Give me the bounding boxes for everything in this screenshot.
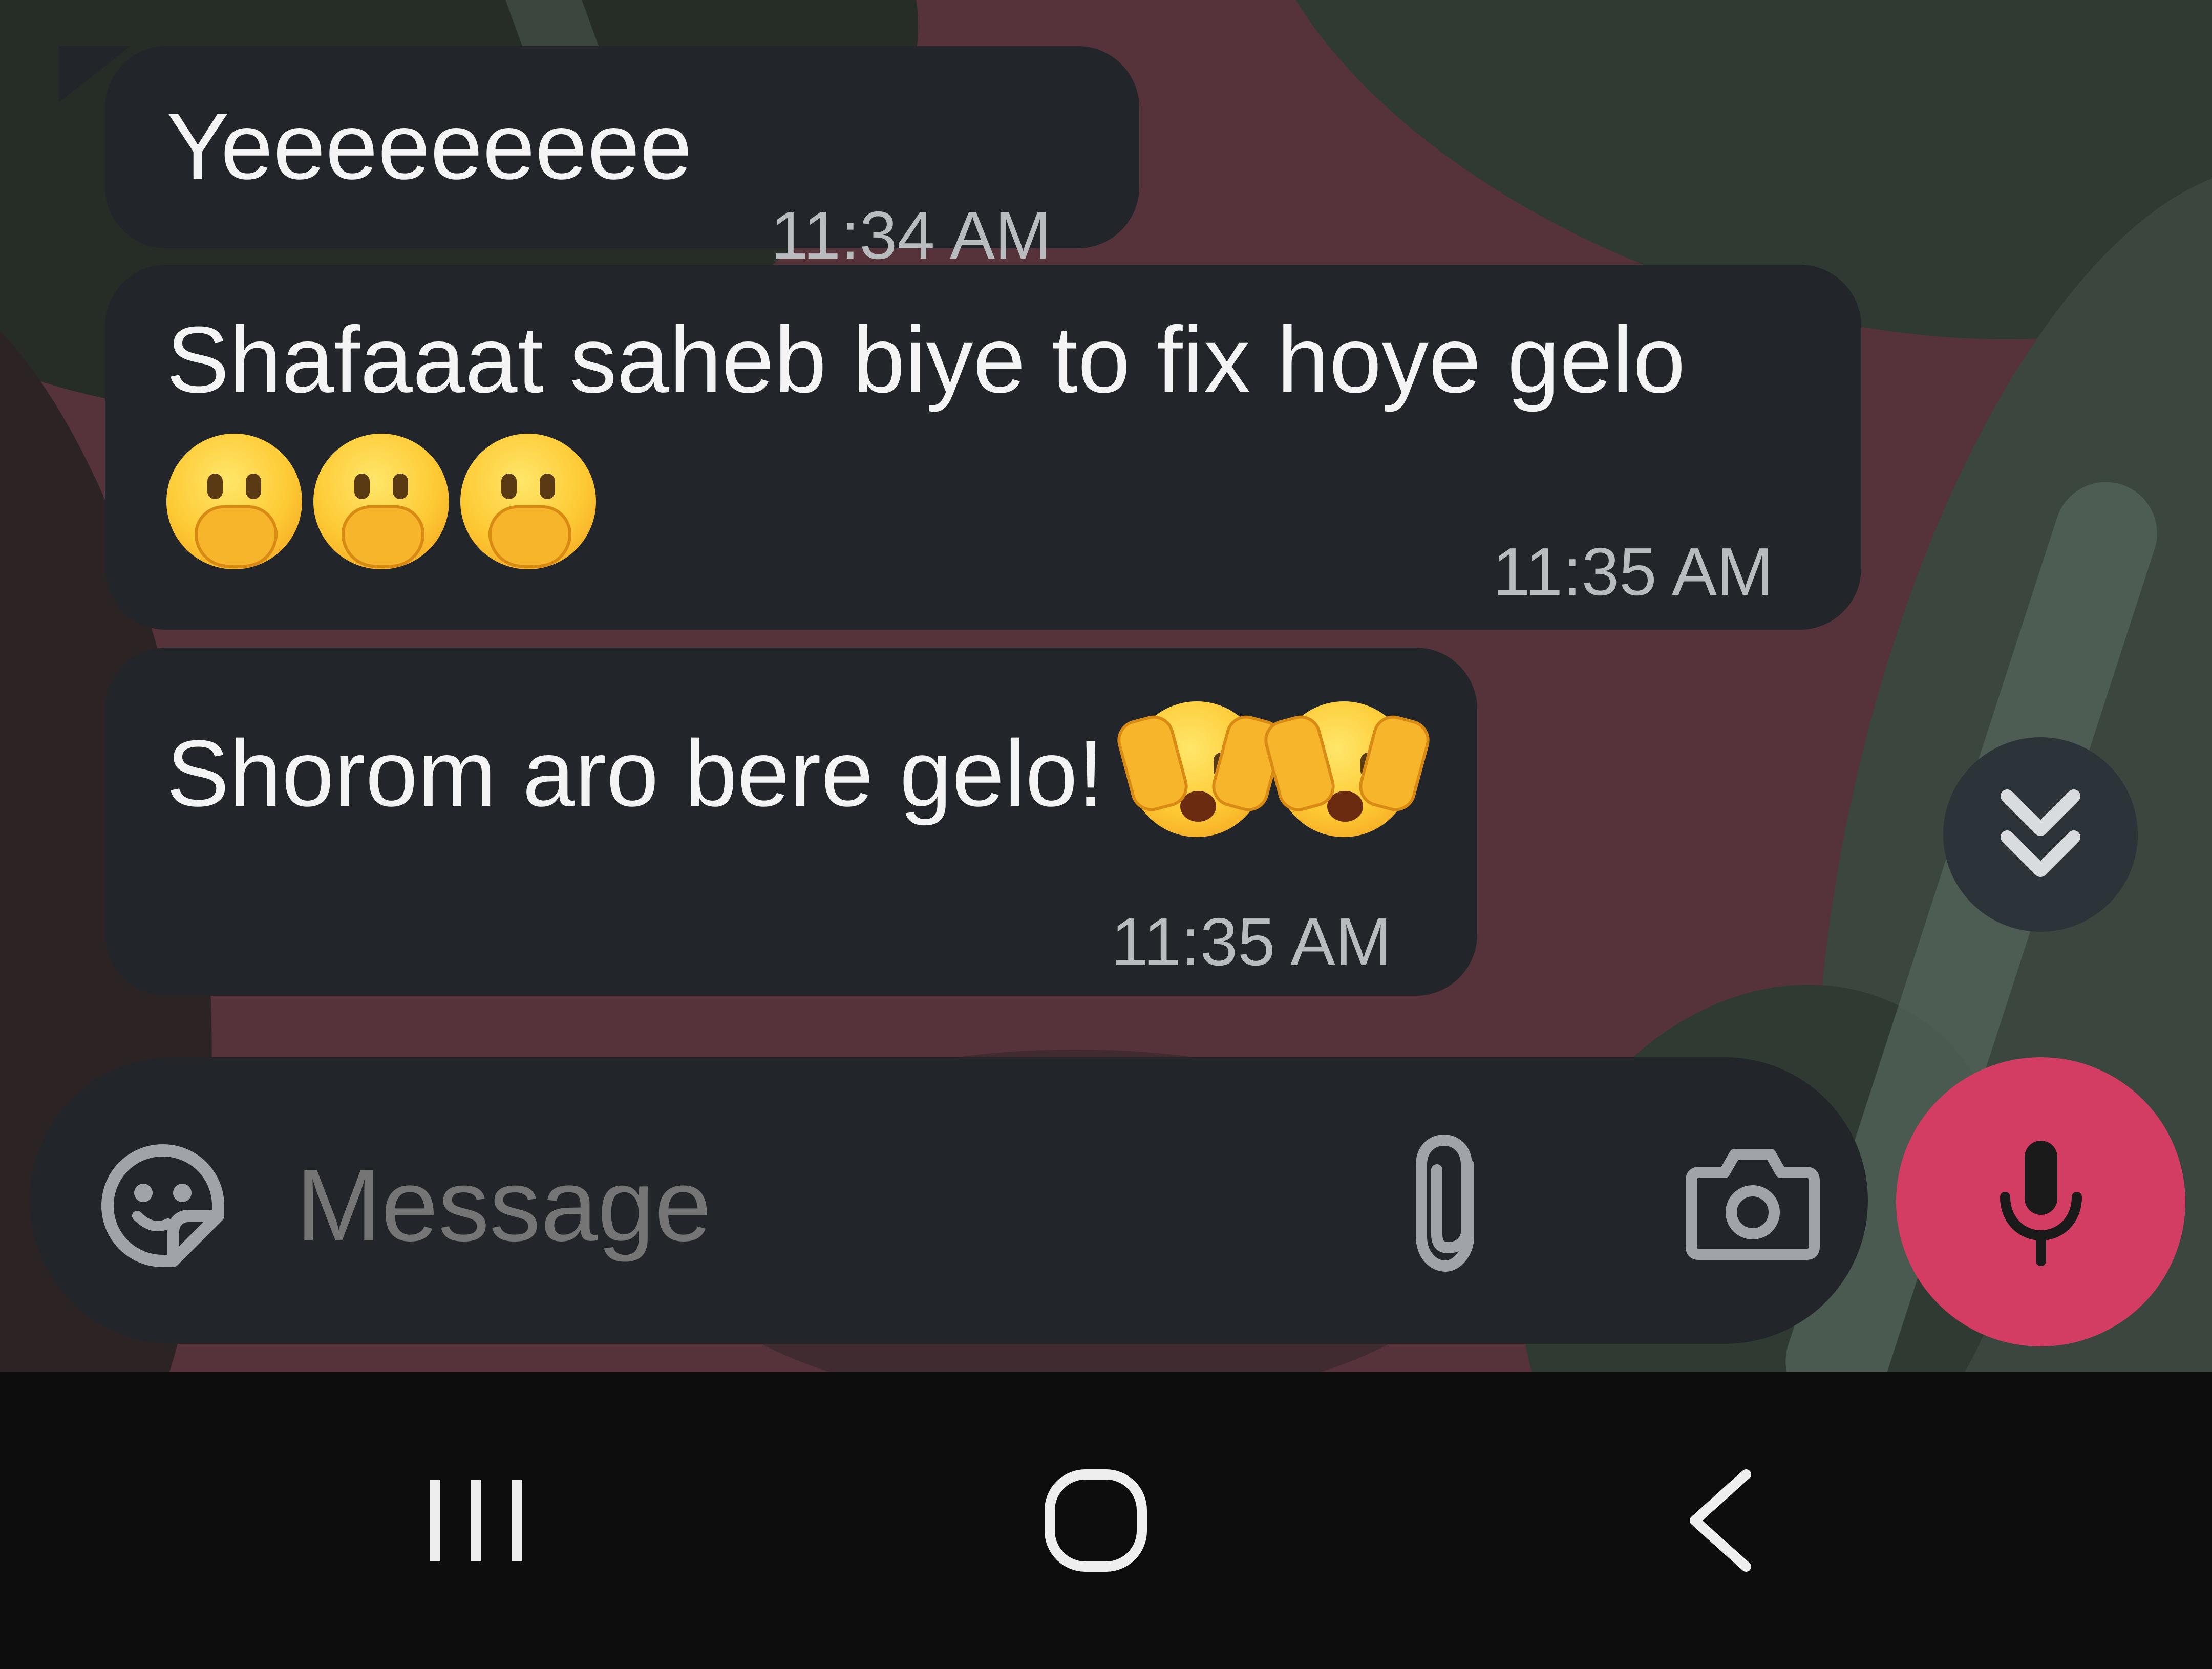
face-with-hands-over-face-emoji (1260, 701, 1434, 837)
home-icon[interactable] (1029, 1459, 1162, 1582)
message-timestamp: 11:35 AM (1111, 904, 1392, 979)
face-with-hand-over-mouth-emoji (313, 434, 449, 569)
emoji-group (1113, 701, 1434, 837)
message-bubble[interactable]: Shorom aro bere gelo! 11:35 AM (105, 648, 1477, 996)
message-input[interactable] (296, 1144, 1320, 1267)
mic-icon (2000, 1140, 2082, 1266)
message-text: Shorom aro bere gelo! (166, 720, 1104, 826)
recents-icon[interactable] (410, 1459, 543, 1582)
message-bubble[interactable]: Yeeeeeeeee 11:34 AM (59, 46, 1139, 273)
message-timestamp: 11:34 AM (771, 198, 1051, 273)
camera-icon[interactable] (1684, 1137, 1822, 1270)
bubble-tail (59, 46, 131, 102)
face-with-hand-over-mouth-emoji (460, 434, 596, 569)
voice-record-button[interactable] (1896, 1057, 2185, 1346)
system-navigation-bar (0, 1372, 2212, 1669)
emoji-group (166, 434, 607, 569)
scroll-to-bottom-button[interactable] (1943, 737, 2138, 932)
back-icon[interactable] (1654, 1459, 1787, 1582)
message-text: Yeeeeeeeee (166, 93, 692, 199)
message-text: Shafaaat saheb biye to fix hoye gelo (166, 307, 1686, 412)
face-with-hand-over-mouth-emoji (166, 434, 302, 569)
message-timestamp: 11:35 AM (1493, 534, 1773, 609)
face-with-hands-over-face-emoji (1113, 701, 1287, 837)
double-chevron-down-icon (2001, 789, 2080, 877)
attach-icon[interactable] (1397, 1129, 1499, 1277)
sticker-icon[interactable] (96, 1139, 229, 1272)
message-bubble[interactable]: Shafaaat saheb biye to fix hoye gelo 11:… (105, 265, 1861, 630)
message-composer (30, 1057, 1868, 1344)
